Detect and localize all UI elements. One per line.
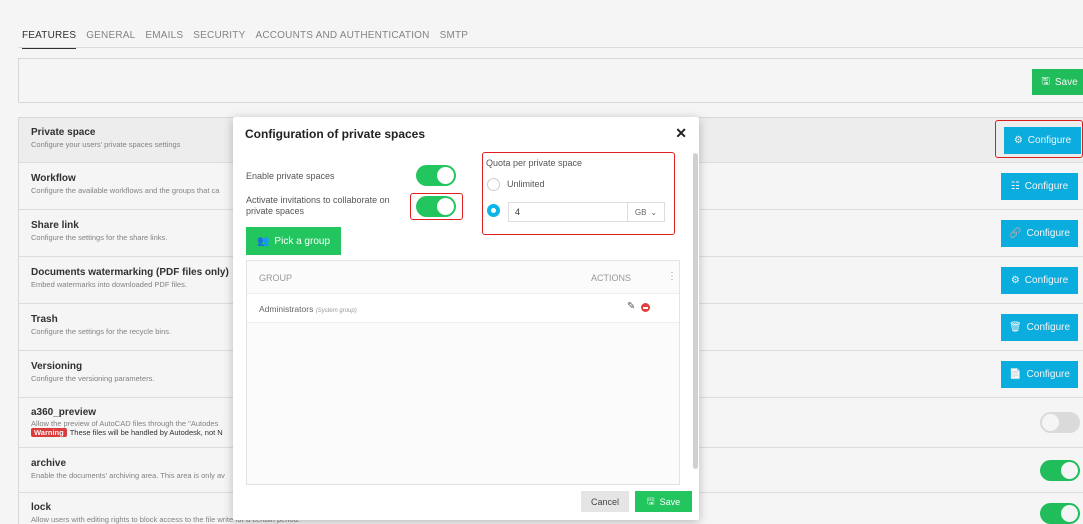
col-group-header: GROUP: [259, 273, 293, 283]
enable-private-spaces-toggle[interactable]: [416, 165, 456, 186]
highlight-quota: [482, 152, 675, 235]
pencil-icon[interactable]: ✎: [627, 301, 635, 312]
table-row: Administrators (System group) ✎: [247, 293, 679, 323]
group-name: Administrators (System group): [259, 304, 357, 314]
modal-scrollbar[interactable]: [693, 153, 698, 469]
group-tag: (System group): [315, 308, 357, 314]
modal-save-button[interactable]: 🖫 Save: [635, 491, 692, 512]
enable-private-spaces-label: Enable private spaces: [246, 171, 335, 181]
highlight-invitations: [410, 193, 463, 220]
pick-group-label: Pick a group: [274, 235, 331, 247]
pick-group-button[interactable]: 👥 Pick a group: [246, 227, 341, 255]
users-icon: 👥: [256, 235, 270, 247]
cancel-button[interactable]: Cancel: [581, 491, 629, 512]
close-icon[interactable]: ✕: [675, 125, 687, 142]
modal-save-label: Save: [659, 496, 681, 507]
save-icon: 🖫: [646, 495, 655, 506]
more-options-icon[interactable]: ⋮: [667, 271, 677, 282]
group-name-text: Administrators: [259, 304, 314, 314]
groups-table: GROUP ACTIONS ⋮ Administrators (System g…: [246, 260, 680, 485]
delete-icon[interactable]: [641, 303, 650, 312]
col-actions-header: ACTIONS: [591, 273, 632, 283]
invitations-label: Activate invitations to collaborate on p…: [246, 195, 390, 216]
private-spaces-modal: Configuration of private spaces ✕ Enable…: [233, 117, 699, 520]
modal-title: Configuration of private spaces: [245, 127, 426, 141]
